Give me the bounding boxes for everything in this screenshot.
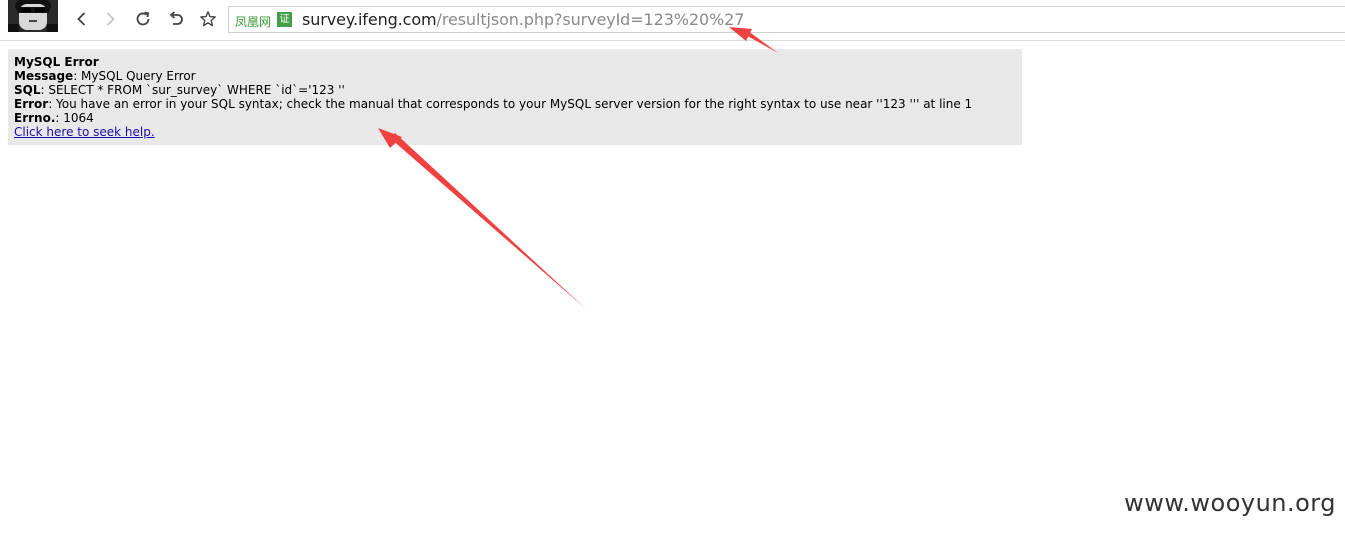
undo-button[interactable] <box>165 8 187 30</box>
errno-label: Errno. <box>14 111 56 125</box>
forward-arrow-icon <box>106 12 115 26</box>
watermark-text: www.wooyun.org <box>1124 489 1336 517</box>
url-path: /resultjson.php?surveyId=123%20%27 <box>436 10 745 29</box>
message-label: Message <box>14 69 74 83</box>
back-arrow-icon <box>77 12 86 26</box>
url-text[interactable]: survey.ifeng.com/resultjson.php?surveyId… <box>302 10 744 29</box>
message-line: Message: MySQL Query Error <box>14 69 1016 83</box>
url-host: survey.ifeng.com <box>302 10 437 29</box>
errno-line: Errno.: 1064 <box>14 111 1016 125</box>
errno-value: : 1064 <box>55 111 94 125</box>
error-value: : You have an error in your SQL syntax; … <box>48 97 973 111</box>
reload-icon <box>136 11 150 26</box>
error-title-line: MySQL Error <box>14 55 1016 69</box>
annotation-arrow-error <box>378 128 586 309</box>
undo-icon <box>169 11 183 25</box>
bookmark-button[interactable] <box>197 8 219 30</box>
error-label: Error <box>14 97 49 111</box>
message-value: : MySQL Query Error <box>73 69 196 83</box>
mysql-error-panel: MySQL Error Message: MySQL Query Error S… <box>8 49 1022 145</box>
user-avatar[interactable] <box>8 0 58 32</box>
site-name-label: 凤凰网 <box>235 15 272 29</box>
forward-button[interactable] <box>99 8 121 30</box>
browser-toolbar: 凤凰网 证 survey.ifeng.com/resultjson.php?su… <box>0 0 1345 41</box>
address-bar[interactable]: 凤凰网 证 survey.ifeng.com/resultjson.php?su… <box>228 6 1345 33</box>
avatar-image <box>8 0 58 32</box>
sql-label: SQL <box>14 83 41 97</box>
error-title: MySQL Error <box>14 55 99 69</box>
help-line: Click here to seek help. <box>14 125 1016 139</box>
back-button[interactable] <box>71 8 93 30</box>
error-line: Error: You have an error in your SQL syn… <box>14 97 1016 111</box>
star-icon <box>200 11 216 27</box>
sql-line: SQL: SELECT * FROM `sur_survey` WHERE `i… <box>14 83 1016 97</box>
certificate-badge-icon[interactable]: 证 <box>277 12 292 27</box>
reload-button[interactable] <box>132 8 154 30</box>
help-link[interactable]: Click here to seek help. <box>14 125 155 139</box>
sql-value: : SELECT * FROM `sur_survey` WHERE `id`=… <box>40 83 345 97</box>
